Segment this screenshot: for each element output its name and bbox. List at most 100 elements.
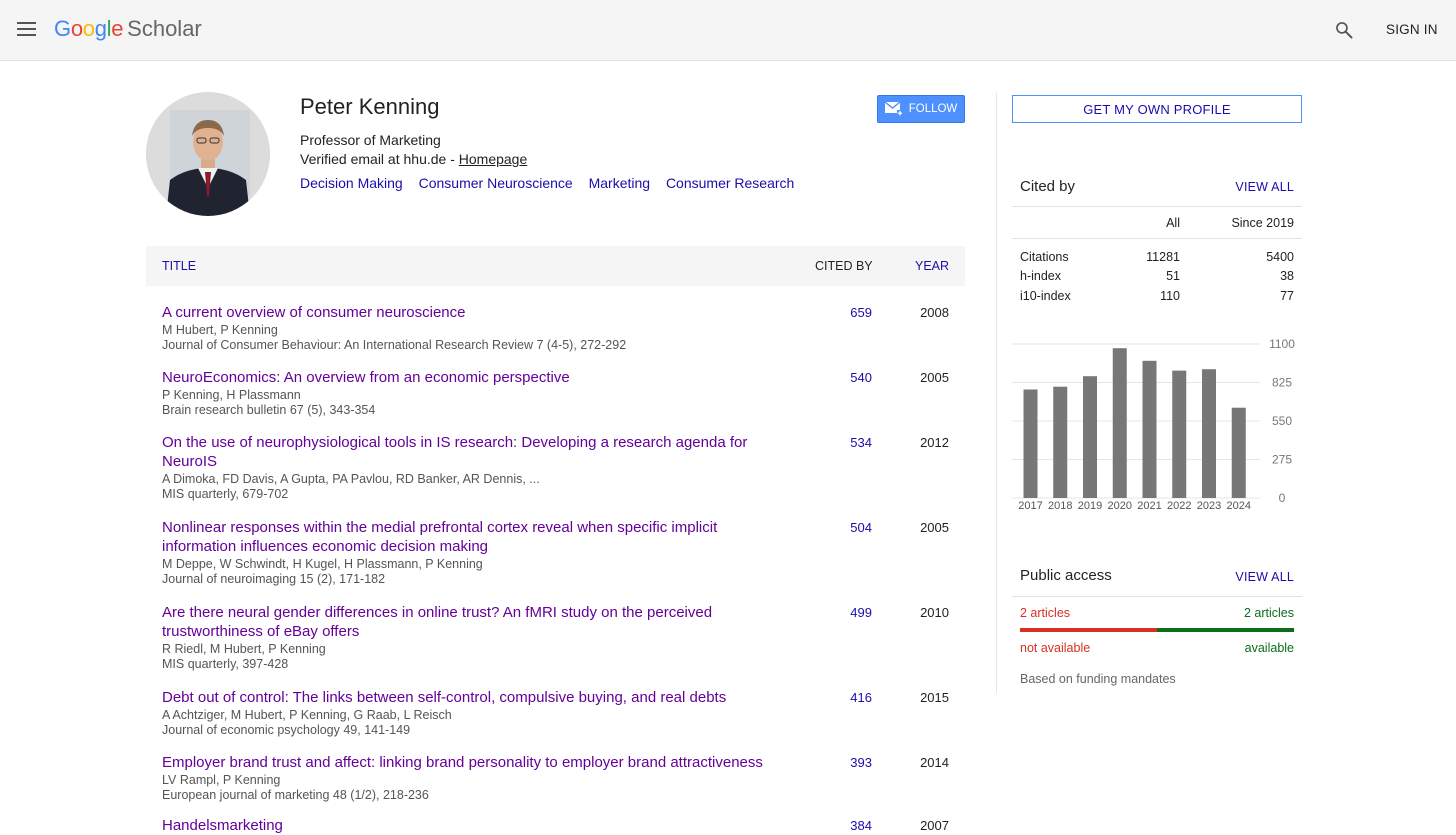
google-scholar-logo[interactable]: Google Scholar — [54, 16, 202, 42]
get-my-own-profile-button[interactable]: GET MY OWN PROFILE — [1012, 95, 1302, 123]
article-year: 2005 — [920, 520, 949, 535]
cited-count[interactable]: 504 — [850, 520, 872, 535]
article-year: 2012 — [920, 435, 949, 450]
chart-bar — [1112, 348, 1127, 498]
citations-bar-chart: 1100 825 550 275 0 2017 2018 2019 2020 2021 2022 20… — [1012, 337, 1295, 512]
cited-count[interactable]: 534 — [850, 435, 872, 450]
y-tick-label: 550 — [1272, 414, 1292, 428]
cited-by-header: CITED BY — [815, 259, 873, 273]
profile-affiliation: Professor of Marketing — [300, 132, 441, 148]
stat-all: 110 — [1160, 289, 1180, 303]
article-authors: P Kenning, H Plassmann — [162, 388, 301, 402]
article-venue: MIS quarterly, 397-428 — [162, 657, 289, 671]
article-venue: European journal of marketing 48 (1/2), … — [162, 788, 429, 802]
not-available-bar — [1020, 628, 1157, 632]
article-year: 2010 — [920, 605, 949, 620]
public-access-title: Public access — [1020, 567, 1112, 584]
x-tick-label: 2017 — [1018, 500, 1042, 512]
interest-link[interactable]: Consumer Neuroscience — [419, 175, 573, 191]
available-bar — [1157, 628, 1294, 632]
not-available-count: 2 articles — [1020, 606, 1071, 620]
y-tick-label: 1100 — [1269, 337, 1295, 351]
available-count: 2 articles — [1243, 606, 1294, 620]
homepage-link[interactable]: Homepage — [459, 151, 528, 167]
article-authors: M Deppe, W Schwindt, H Kugel, H Plassman… — [162, 557, 483, 571]
cited-count[interactable]: 384 — [850, 818, 872, 833]
article-year: 2015 — [920, 690, 949, 705]
stat-label: h-index — [1020, 269, 1061, 283]
profile-name: Peter Kenning — [300, 94, 440, 119]
interest-link[interactable]: Decision Making — [300, 175, 403, 191]
article-year: 2007 — [920, 818, 949, 833]
x-tick-label: 2022 — [1167, 500, 1191, 512]
article-title[interactable]: Handelsmarketing — [162, 816, 782, 835]
article-venue: Journal of neuroimaging 15 (2), 171-182 — [162, 572, 386, 586]
article-year: 2008 — [920, 305, 949, 320]
x-tick-label: 2019 — [1078, 500, 1102, 512]
article-authors: LV Rampl, P Kenning — [162, 773, 281, 787]
x-tick-label: 2024 — [1227, 500, 1251, 512]
articles-table-header: TITLE CITED BY YEAR — [146, 246, 965, 286]
chart-bar — [1023, 389, 1038, 498]
cited-by-title: Cited by — [1020, 178, 1076, 195]
article-authors: R Riedl, M Hubert, P Kenning — [162, 642, 326, 656]
chart-bar — [1053, 386, 1068, 498]
interest-link[interactable]: Marketing — [589, 175, 650, 191]
article-title[interactable]: Nonlinear responses within the medial pr… — [162, 518, 782, 556]
x-tick-label: 2023 — [1197, 500, 1221, 512]
search-icon[interactable] — [1334, 20, 1354, 40]
cited-count[interactable]: 659 — [850, 305, 872, 320]
chart-bar — [1083, 376, 1097, 498]
article-venue: MIS quarterly, 679-702 — [162, 487, 289, 501]
article-authors: A Achtziger, M Hubert, P Kenning, G Raab… — [162, 708, 452, 722]
chart-bar — [1142, 360, 1157, 498]
x-tick-label: 2018 — [1048, 500, 1072, 512]
avatar — [146, 92, 270, 216]
article-title[interactable]: Employer brand trust and affect: linking… — [162, 753, 782, 772]
verified-email-text: Verified email at hhu.de - — [300, 151, 459, 167]
cited-count[interactable]: 416 — [850, 690, 872, 705]
y-tick-label: 825 — [1272, 376, 1292, 390]
follow-label: FOLLOW — [908, 103, 958, 115]
chart-bar — [1172, 370, 1187, 498]
stat-label: Citations — [1020, 250, 1069, 264]
x-tick-label: 2021 — [1137, 500, 1161, 512]
public-access-view-all-link[interactable]: VIEW ALL — [1235, 570, 1294, 584]
research-interests: Decision Making Consumer Neuroscience Ma… — [300, 175, 806, 191]
article-venue: Brain research bulletin 67 (5), 343-354 — [162, 403, 376, 417]
stat-all: 51 — [1166, 269, 1180, 283]
divider — [1012, 238, 1302, 239]
cited-count[interactable]: 393 — [850, 755, 872, 770]
stat-since: 38 — [1280, 269, 1294, 283]
column-divider — [996, 93, 997, 693]
logo-scholar: Scholar — [127, 16, 202, 41]
sign-in-button[interactable]: SIGN IN — [1386, 22, 1438, 37]
menu-icon[interactable] — [17, 22, 36, 36]
article-title[interactable]: NeuroEconomics: An overview from an econ… — [162, 368, 782, 387]
sort-by-title[interactable]: TITLE — [162, 259, 196, 273]
y-tick-label: 275 — [1272, 453, 1292, 467]
cited-count[interactable]: 540 — [850, 370, 872, 385]
cited-count[interactable]: 499 — [850, 605, 872, 620]
profile-email: Verified email at hhu.de - Homepage — [300, 151, 527, 167]
article-title[interactable]: On the use of neurophysiological tools i… — [162, 433, 782, 471]
funding-mandates-note: Based on funding mandates — [1020, 672, 1176, 686]
divider — [1012, 206, 1302, 207]
chart-bar — [1231, 407, 1246, 498]
article-title[interactable]: Are there neural gender differences in o… — [162, 603, 782, 641]
article-year: 2005 — [920, 370, 949, 385]
interest-link[interactable]: Consumer Research — [666, 175, 794, 191]
profile-photo — [146, 92, 270, 216]
stat-all: 11281 — [1146, 250, 1180, 264]
x-tick-label: 2020 — [1108, 500, 1132, 512]
article-year: 2014 — [920, 755, 949, 770]
mail-plus-icon — [884, 102, 903, 116]
article-venue: Journal of Consumer Behaviour: An Intern… — [162, 338, 627, 352]
available-label: available — [1244, 641, 1294, 655]
article-title[interactable]: Debt out of control: The links between s… — [162, 688, 782, 707]
cited-by-view-all-link[interactable]: VIEW ALL — [1235, 180, 1294, 194]
sort-by-year[interactable]: YEAR — [915, 259, 949, 273]
logo-google: Google — [54, 16, 124, 41]
article-title[interactable]: A current overview of consumer neuroscie… — [162, 303, 782, 322]
follow-button[interactable]: FOLLOW — [877, 95, 965, 123]
